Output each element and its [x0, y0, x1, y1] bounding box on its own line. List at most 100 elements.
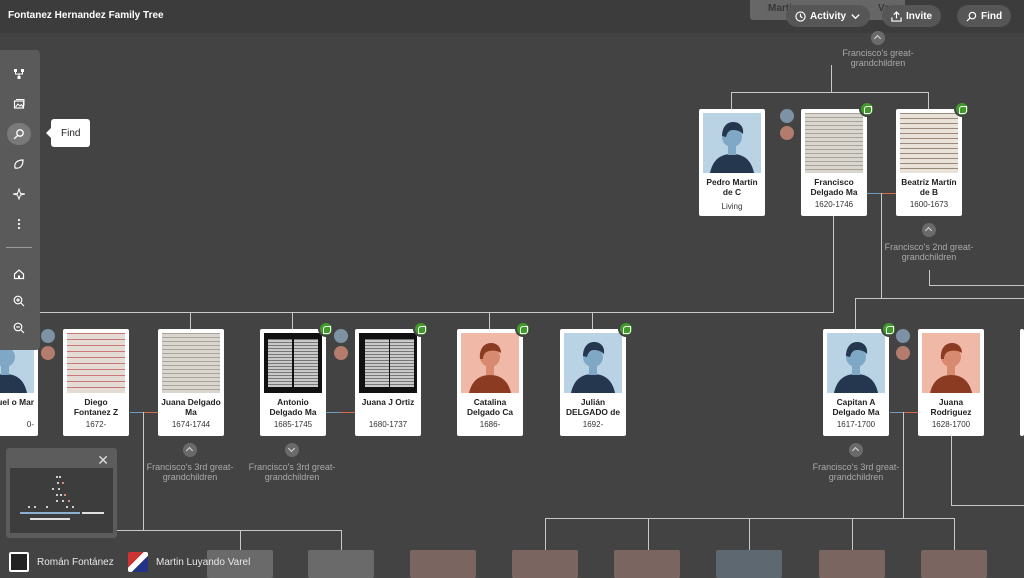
hint-leaf-icon[interactable]: [618, 321, 634, 337]
user-name: Martin Luyando Varel: [156, 556, 251, 568]
activity-label: Activity: [810, 10, 847, 22]
person-name: Beatriz Martín de B: [901, 177, 957, 197]
descendants-label: Francisco's 3rd great-grandchildren: [812, 462, 900, 482]
person-card-julian[interactable]: Julián DELGADO de 1692-: [560, 321, 634, 436]
home-person-2[interactable]: Martin Luyando Varel: [128, 552, 250, 572]
close-minimap-icon[interactable]: ✕: [97, 452, 109, 469]
person-card-diego[interactable]: Diego Fontanez Z 1672-: [63, 329, 129, 436]
person-name: Pedro Martín de C: [706, 177, 758, 197]
descendants-label: Francisco's 3rd great-grandchildren: [146, 462, 234, 482]
zoom-in-button[interactable]: [7, 290, 31, 312]
share-icon: [891, 10, 902, 22]
person-card-juana-delgado[interactable]: Juana Delgado Ma 1674-1744: [158, 329, 224, 436]
person-name: Juana J Ortiz: [361, 397, 415, 407]
activity-button[interactable]: Activity: [786, 5, 871, 27]
document-photo: [264, 333, 322, 393]
spouse-avatar-icon[interactable]: [780, 126, 794, 140]
user-name: Román Fontánez: [37, 556, 114, 568]
person-name: uel o Mar: [0, 397, 34, 407]
spouse-avatar-icon[interactable]: [334, 346, 348, 360]
male-silhouette-icon: [564, 333, 622, 393]
person-name: Francisco Delgado Ma: [810, 177, 858, 197]
navigate-button[interactable]: [7, 183, 31, 205]
gallery-button[interactable]: [7, 93, 31, 115]
home-person-1[interactable]: Román Fontánez: [9, 552, 114, 572]
spouse-avatar-icon[interactable]: [41, 329, 55, 343]
person-card-francisco[interactable]: Francisco Delgado Ma 1620-1746: [801, 101, 875, 216]
hints-button[interactable]: [7, 153, 31, 175]
female-silhouette-icon: [461, 333, 519, 393]
person-card-capitan[interactable]: Capitan A Delgado Ma 1617-1700: [823, 321, 897, 436]
hint-leaf-icon[interactable]: [515, 321, 531, 337]
person-dates: 1628-1700: [931, 420, 971, 429]
expand-descendants-button[interactable]: [871, 31, 885, 45]
person-name: Catalina Delgado Ca: [466, 397, 514, 417]
person-card-juana-rodriguez[interactable]: Juana Rodriguez 1628-1700: [918, 329, 984, 436]
expand-descendants-button[interactable]: [849, 443, 863, 457]
person-name: Julián DELGADO de: [566, 397, 620, 417]
person-card-pedro[interactable]: Pedro Martín de C Living: [699, 109, 765, 216]
person-dates: 1692-: [582, 420, 604, 429]
zoom-in-icon: [13, 295, 25, 307]
document-photo: [359, 333, 417, 393]
find-tool-button[interactable]: [7, 123, 31, 145]
clock-icon: [795, 10, 806, 22]
hint-leaf-icon[interactable]: [413, 321, 429, 337]
person-dates: 1680-1737: [368, 420, 408, 429]
person-name: Antonio Delgado Ma: [269, 397, 317, 417]
zoom-out-button[interactable]: [7, 317, 31, 339]
collapse-descendants-button[interactable]: [285, 443, 299, 457]
person-dates: 1672-: [85, 420, 107, 429]
spouse-avatar-icon[interactable]: [41, 346, 55, 360]
descendants-label: Francisco's great-grandchildren: [842, 48, 914, 68]
person-name: Capitan A Delgado Ma: [832, 397, 880, 417]
person-card-catalina[interactable]: Catalina Delgado Ca 1686-: [457, 321, 531, 436]
user-avatar: [9, 552, 29, 572]
tree-view-button[interactable]: [7, 63, 31, 85]
spouse-avatar-icon[interactable]: [896, 346, 910, 360]
hint-leaf-icon[interactable]: [954, 101, 970, 117]
spouse-avatar-icon[interactable]: [334, 329, 348, 343]
hint-leaf-icon[interactable]: [881, 321, 897, 337]
document-photo: [162, 333, 220, 393]
tree-toolbar: [0, 50, 40, 350]
person-name: Juana Delgado Ma: [161, 397, 221, 417]
person-dates: 1617-1700: [836, 420, 876, 429]
minimap-viewport[interactable]: [10, 468, 113, 533]
find-button[interactable]: Find: [957, 5, 1012, 27]
spouse-avatar-icon[interactable]: [780, 109, 794, 123]
person-card-antonio[interactable]: Antonio Delgado Ma 1685-1745: [260, 321, 334, 436]
invite-label: Invite: [906, 10, 933, 22]
home-person-bar: Román Fontánez Martin Luyando Varel: [0, 544, 1024, 578]
home-button[interactable]: [7, 263, 31, 285]
gallery-icon: [13, 99, 25, 109]
person-dates: 1685-1745: [273, 420, 313, 429]
spouse-avatar-icon[interactable]: [896, 329, 910, 343]
male-silhouette-icon: [827, 333, 885, 393]
expand-descendants-button[interactable]: [183, 443, 197, 457]
hint-leaf-icon[interactable]: [318, 321, 334, 337]
person-card-juana-ortiz[interactable]: Juana J Ortiz 1680-1737: [355, 321, 429, 436]
find-person-icon: [13, 129, 24, 140]
more-icon: [17, 218, 21, 230]
male-silhouette-icon: [703, 113, 761, 173]
person-card-offscreen[interactable]: [1020, 329, 1024, 436]
minimap-tree-icon: [20, 476, 104, 520]
person-name: Juana Rodriguez: [930, 397, 972, 417]
find-person-icon: [966, 11, 977, 22]
toolbar-divider: [6, 247, 32, 248]
expand-descendants-button[interactable]: [922, 223, 936, 237]
person-dates: 1620-1746: [814, 200, 854, 209]
more-button[interactable]: [7, 213, 31, 235]
person-card-beatriz[interactable]: Beatriz Martín de B 1600-1673: [896, 101, 970, 216]
hint-leaf-icon[interactable]: [859, 101, 875, 117]
document-photo: [67, 333, 125, 393]
tree-minimap[interactable]: ✕: [6, 448, 117, 538]
home-icon: [13, 269, 25, 280]
person-dates: 1686-: [479, 420, 501, 429]
person-dates: 0-: [26, 420, 34, 429]
person-dates: 1674-1744: [171, 420, 211, 429]
find-tooltip: Find: [45, 119, 91, 147]
female-silhouette-icon: [922, 333, 980, 393]
invite-button[interactable]: Invite: [882, 5, 942, 27]
